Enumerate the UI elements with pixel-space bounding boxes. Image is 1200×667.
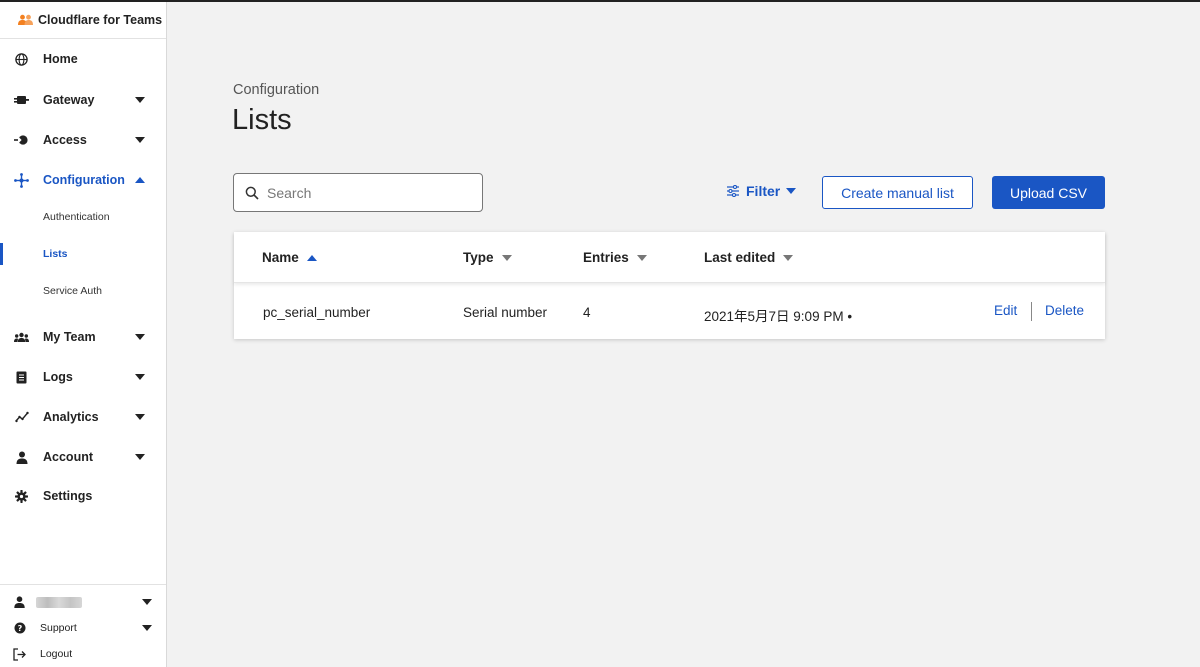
chevron-down-icon <box>135 414 145 420</box>
chevron-down-icon <box>135 334 145 340</box>
logout-icon <box>13 647 26 661</box>
page-title: Lists <box>232 104 292 136</box>
sidebar-item-label: Settings <box>43 489 93 503</box>
brand-header[interactable]: Cloudflare for Teams <box>0 2 166 39</box>
sidebar-subitem-service-auth[interactable]: Service Auth <box>0 277 166 305</box>
sidebar-item-label: Home <box>43 52 78 66</box>
column-header-label: Last edited <box>704 250 776 265</box>
sort-icon <box>501 254 512 261</box>
cloudflare-teams-logo-icon <box>18 14 33 25</box>
sidebar-item-label: Configuration <box>43 173 125 187</box>
window-top-border <box>0 0 1200 2</box>
search-box <box>233 173 483 212</box>
sidebar-item-label: Analytics <box>43 410 99 424</box>
sidebar-item-home[interactable]: Home <box>0 41 166 77</box>
sidebar-item-analytics[interactable]: Analytics <box>0 399 166 435</box>
sidebar-item-my-team[interactable]: My Team <box>0 319 166 355</box>
logs-icon <box>14 370 29 385</box>
chevron-up-icon <box>135 177 145 183</box>
logout-link[interactable]: Logout <box>0 642 166 666</box>
gateway-icon <box>14 93 29 108</box>
column-header-label: Entries <box>583 250 629 265</box>
sidebar-item-label: Logs <box>43 370 73 384</box>
logout-label: Logout <box>40 648 73 660</box>
filter-label: Filter <box>746 183 781 199</box>
sidebar-item-access[interactable]: Access <box>0 122 166 158</box>
filter-button[interactable]: Filter <box>727 181 797 201</box>
column-header-label: Type <box>463 250 494 265</box>
globe-icon <box>14 52 29 67</box>
column-header-name[interactable]: Name <box>262 250 317 265</box>
sidebar-subitem-label: Authentication <box>43 211 110 223</box>
upload-csv-button[interactable]: Upload CSV <box>992 176 1105 209</box>
sidebar-item-configuration[interactable]: Configuration <box>0 162 166 198</box>
sort-ascending-icon <box>306 254 317 261</box>
create-manual-list-button[interactable]: Create manual list <box>822 176 973 209</box>
sidebar-item-account[interactable]: Account <box>0 439 166 475</box>
action-divider <box>1031 302 1032 321</box>
delete-link[interactable]: Delete <box>1045 303 1084 318</box>
lists-table: Name Type Entries Last edited pc_serial_… <box>234 232 1105 339</box>
sidebar: Cloudflare for Teams Home Gateway Access… <box>0 2 167 667</box>
column-header-label: Name <box>262 250 299 265</box>
chevron-down-icon <box>786 188 797 194</box>
sidebar-item-label: My Team <box>43 330 96 344</box>
sidebar-item-gateway[interactable]: Gateway <box>0 82 166 118</box>
help-icon: ? <box>13 622 26 635</box>
sidebar-item-label: Gateway <box>43 93 95 107</box>
edit-link[interactable]: Edit <box>994 303 1017 318</box>
cell-type: Serial number <box>463 305 548 320</box>
sidebar-item-label: Access <box>43 133 87 147</box>
chevron-down-icon <box>135 454 145 460</box>
svg-text:?: ? <box>17 624 22 633</box>
sort-icon <box>783 254 794 261</box>
chevron-down-icon <box>135 97 145 103</box>
chevron-down-icon <box>142 625 152 631</box>
table-header: Name Type Entries Last edited <box>234 232 1105 283</box>
user-menu[interactable] <box>0 590 166 614</box>
column-header-type[interactable]: Type <box>463 250 512 265</box>
sidebar-item-settings[interactable]: Settings <box>0 478 166 514</box>
user-icon <box>13 596 26 609</box>
account-icon <box>14 450 29 465</box>
search-input[interactable] <box>267 175 477 210</box>
filter-sliders-icon <box>727 185 739 197</box>
gear-icon <box>14 489 29 504</box>
search-icon <box>245 186 259 200</box>
sidebar-subitem-label: Lists <box>43 248 68 260</box>
breadcrumb: Configuration <box>233 82 320 98</box>
configuration-icon <box>14 172 29 188</box>
table-row: pc_serial_number Serial number 4 2021年5月… <box>234 284 1105 339</box>
support-label: Support <box>40 622 77 634</box>
column-header-last-edited[interactable]: Last edited <box>704 250 794 265</box>
sidebar-subitem-lists[interactable]: Lists <box>0 240 166 268</box>
chevron-down-icon <box>142 599 152 605</box>
chevron-down-icon <box>135 137 145 143</box>
team-icon <box>14 330 29 345</box>
cell-name: pc_serial_number <box>263 305 371 320</box>
access-icon <box>14 133 29 148</box>
analytics-icon <box>14 410 29 425</box>
cell-entries: 4 <box>583 305 591 320</box>
sidebar-subitem-authentication[interactable]: Authentication <box>0 203 166 231</box>
redacted-username <box>36 596 82 608</box>
chevron-down-icon <box>135 374 145 380</box>
sidebar-footer: ? Support Logout <box>0 584 166 667</box>
support-menu[interactable]: ? Support <box>0 616 166 640</box>
sidebar-subitem-label: Service Auth <box>43 285 102 297</box>
sort-icon <box>636 254 647 261</box>
column-header-entries[interactable]: Entries <box>583 250 647 265</box>
brand-title: Cloudflare for Teams <box>38 13 163 27</box>
cell-last-edited: 2021年5月7日 9:09 PM • <box>704 309 853 324</box>
sidebar-item-label: Account <box>43 450 93 464</box>
sidebar-item-logs[interactable]: Logs <box>0 359 166 395</box>
